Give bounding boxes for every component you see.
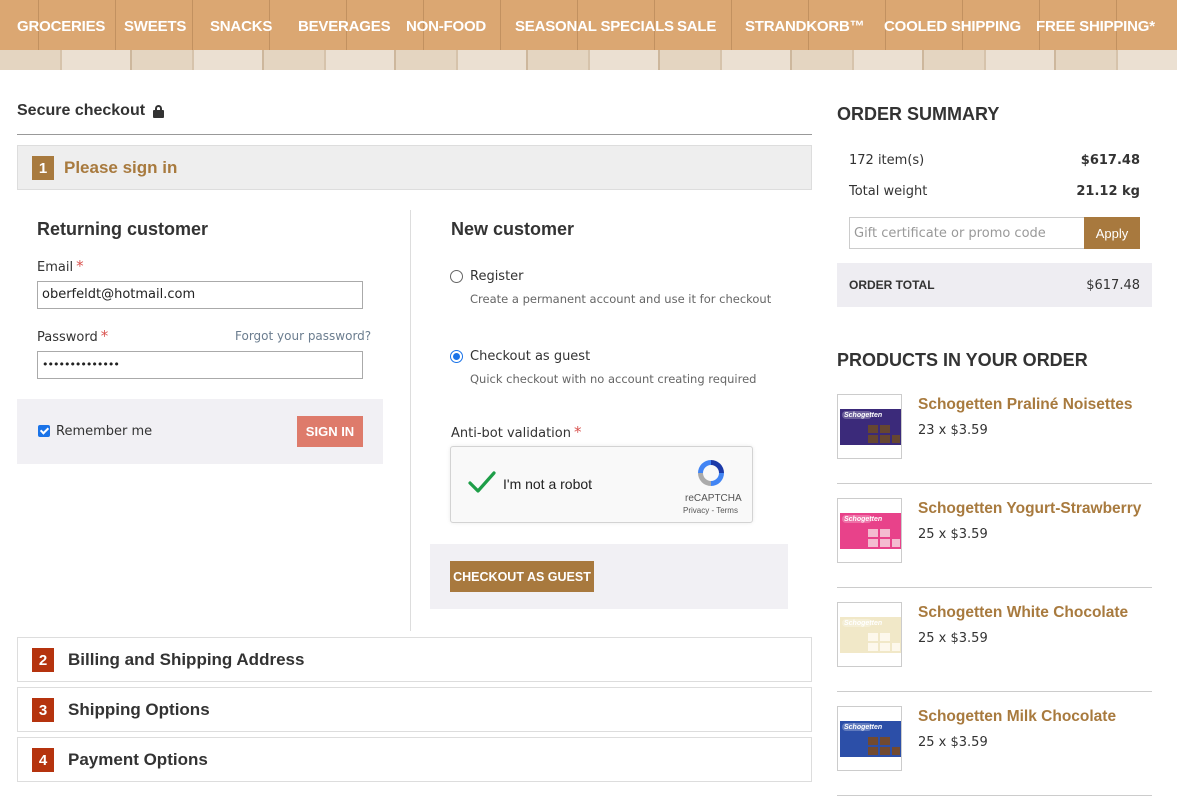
nav-item-seasonal-specials[interactable]: SEASONAL SPECIALS xyxy=(515,18,674,35)
items-label: 172 item(s) xyxy=(849,153,925,168)
nav-item-strandkorb[interactable]: STRANDKORB™ xyxy=(745,18,865,35)
chocolate-pack-icon: Schogetten xyxy=(840,409,901,445)
nav-item-sweets[interactable]: SWEETS xyxy=(124,18,186,35)
register-radio[interactable] xyxy=(450,270,463,283)
guest-radio[interactable] xyxy=(450,350,463,363)
nav-item-sale[interactable]: SALE xyxy=(677,18,716,35)
products-title: PRODUCTS IN YOUR ORDER xyxy=(837,350,1088,370)
step-number: 4 xyxy=(32,748,54,772)
guest-description: Quick checkout with no account creating … xyxy=(470,372,757,386)
items-value: $617.48 xyxy=(1080,153,1140,168)
apply-promo-button[interactable]: Apply xyxy=(1084,217,1140,249)
remember-me-label: Remember me xyxy=(56,424,153,439)
step-label: Please sign in xyxy=(64,158,178,177)
top-navigation: GROCERIES SWEETS SNACKS BEVERAGES NON-FO… xyxy=(0,0,1177,70)
lock-icon xyxy=(153,104,165,118)
step-billing-shipping-address[interactable]: 2 Billing and Shipping Address xyxy=(17,637,812,682)
step-label: Shipping Options xyxy=(68,700,210,719)
page-title: Secure checkout xyxy=(17,102,165,120)
nav-item-groceries[interactable]: GROCERIES xyxy=(17,18,105,35)
email-label: Email * xyxy=(37,257,84,275)
nav-item-cooled-shipping[interactable]: COOLED SHIPPING xyxy=(884,18,1021,35)
sign-in-button[interactable]: SIGN IN xyxy=(297,416,363,447)
password-field[interactable]: •••••••••••••• xyxy=(37,351,363,379)
column-divider xyxy=(410,210,411,631)
email-label-text: Email xyxy=(37,260,74,275)
product-quantity: 25 x $3.59 xyxy=(918,735,988,750)
weight-label: Total weight xyxy=(849,184,928,199)
required-mark: * xyxy=(100,327,109,345)
product-name[interactable]: Schogetten White Chocolate xyxy=(918,604,1128,622)
new-customer-heading: New customer xyxy=(451,219,575,239)
product-thumbnail[interactable]: Schogetten xyxy=(837,706,902,771)
step-number: 2 xyxy=(32,648,54,672)
step-number: 3 xyxy=(32,698,54,722)
step-shipping-options[interactable]: 3 Shipping Options xyxy=(17,687,812,732)
product-quantity: 25 x $3.59 xyxy=(918,527,988,542)
divider xyxy=(17,134,812,135)
product-divider xyxy=(837,691,1152,692)
password-label: Password * xyxy=(37,327,108,345)
product-divider xyxy=(837,483,1152,484)
required-mark: * xyxy=(573,423,582,441)
step-number: 1 xyxy=(32,156,54,180)
anti-bot-label: Anti-bot validation * xyxy=(451,423,581,441)
items-row: 172 item(s) $617.48 xyxy=(849,153,1140,168)
step-label: Billing and Shipping Address xyxy=(68,650,305,669)
product-divider xyxy=(837,795,1152,796)
register-label[interactable]: Register xyxy=(470,269,524,284)
product-divider xyxy=(837,587,1152,588)
nav-item-snacks[interactable]: SNACKS xyxy=(210,18,272,35)
returning-customer-heading: Returning customer xyxy=(37,219,209,239)
recaptcha-text: I'm not a robot xyxy=(503,476,593,492)
order-total-value: $617.48 xyxy=(1086,278,1140,293)
recaptcha-brand: reCAPTCHA xyxy=(685,493,742,504)
recaptcha-logo-icon xyxy=(698,460,724,486)
register-description: Create a permanent account and use it fo… xyxy=(470,292,772,306)
nav-item-non-food[interactable]: NON-FOOD xyxy=(406,18,486,35)
weight-row: Total weight 21.12 kg xyxy=(849,184,1140,199)
required-mark: * xyxy=(76,257,84,275)
product-thumbnail[interactable]: Schogetten xyxy=(837,394,902,459)
remember-me-checkbox[interactable] xyxy=(38,425,50,437)
pack-brand-text: Schogetten xyxy=(844,724,882,731)
promo-code-input[interactable]: Gift certificate or promo code xyxy=(849,217,1085,249)
nav-item-beverages[interactable]: BEVERAGES xyxy=(298,18,391,35)
recaptcha-terms-link[interactable]: Privacy - Terms xyxy=(683,506,738,515)
product-name[interactable]: Schogetten Praliné Noisettes xyxy=(918,396,1132,414)
product-name[interactable]: Schogetten Yogurt-Strawberry xyxy=(918,500,1141,518)
chocolate-pack-icon: Schogetten xyxy=(840,513,901,549)
step-label: Payment Options xyxy=(68,750,208,769)
guest-label[interactable]: Checkout as guest xyxy=(470,349,590,364)
pack-brand-text: Schogetten xyxy=(844,620,882,627)
product-quantity: 25 x $3.59 xyxy=(918,631,988,646)
forgot-password-link[interactable]: Forgot your password? xyxy=(235,329,371,343)
product-name[interactable]: Schogetten Milk Chocolate xyxy=(918,708,1116,726)
product-quantity: 23 x $3.59 xyxy=(918,423,988,438)
page-title-text: Secure checkout xyxy=(17,102,146,119)
pack-brand-text: Schogetten xyxy=(844,516,882,523)
password-label-text: Password xyxy=(37,330,98,345)
weight-value: 21.12 kg xyxy=(1076,184,1140,199)
wood-strip xyxy=(0,50,1177,70)
order-summary-title: ORDER SUMMARY xyxy=(837,104,1000,124)
recaptcha-widget[interactable]: I'm not a robot reCAPTCHA Privacy - Term… xyxy=(450,446,753,523)
chocolate-pack-icon: Schogetten xyxy=(840,617,901,653)
step-sign-in[interactable]: 1 Please sign in xyxy=(17,145,812,190)
pack-brand-text: Schogetten xyxy=(844,412,882,419)
nav-item-free-shipping[interactable]: FREE SHIPPING* xyxy=(1036,18,1155,35)
anti-bot-label-text: Anti-bot validation xyxy=(451,426,571,441)
product-thumbnail[interactable]: Schogetten xyxy=(837,602,902,667)
checkmark-icon[interactable] xyxy=(467,467,497,497)
checkout-as-guest-button[interactable]: CHECKOUT AS GUEST xyxy=(450,561,594,592)
chocolate-pack-icon: Schogetten xyxy=(840,721,901,757)
step-payment-options[interactable]: 4 Payment Options xyxy=(17,737,812,782)
product-item[interactable]: Schogetten Schogetten Milk Chocolate 25 x … xyxy=(837,706,1152,797)
product-thumbnail[interactable]: Schogetten xyxy=(837,498,902,563)
order-total-label: ORDER TOTAL xyxy=(849,278,935,292)
email-field[interactable]: oberfeldt@hotmail.com xyxy=(37,281,363,309)
